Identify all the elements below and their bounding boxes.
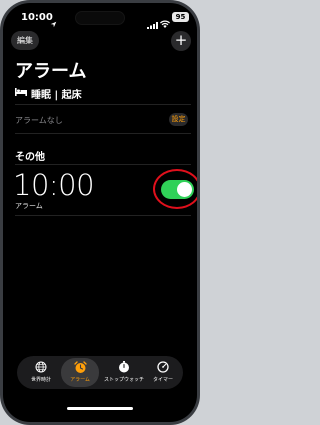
globe-icon	[23, 361, 59, 374]
tab-label: アラーム	[70, 377, 90, 383]
sleep-wake-label: 睡眠 | 起床	[31, 90, 82, 101]
divider	[15, 164, 191, 165]
bed-icon	[15, 88, 27, 99]
tab-label: ストップウォッチ	[103, 377, 144, 383]
highlight-circle	[153, 169, 197, 209]
divider	[15, 215, 191, 216]
no-alarm-text: アラームなし	[15, 116, 63, 125]
alarm-time[interactable]: 10:00	[13, 168, 95, 202]
alarm-label: アラーム	[15, 202, 43, 210]
status-time: 10:00	[21, 12, 53, 23]
stopwatch-icon	[103, 361, 145, 374]
sleep-wake-header: 睡眠 | 起床	[15, 86, 82, 101]
tab-world-clock[interactable]: 世界時計	[23, 356, 59, 389]
sleep-settings-button[interactable]: 設定	[169, 113, 188, 126]
tab-timer[interactable]: タイマー	[147, 356, 179, 389]
divider	[15, 104, 191, 105]
tab-label: 世界時計	[30, 377, 51, 383]
tab-bar: 世界時計 アラーム ストップウォッチ タイマー	[17, 356, 183, 389]
alarm-clock-icon	[61, 361, 99, 374]
add-alarm-button[interactable]: +	[171, 31, 191, 51]
dynamic-island	[75, 11, 125, 25]
tab-stopwatch[interactable]: ストップウォッチ	[103, 356, 145, 389]
edit-button[interactable]: 編集	[11, 31, 39, 50]
wifi-icon	[160, 13, 170, 32]
page-title: アラーム	[15, 61, 87, 82]
phone-frame: 10:00 95 編集 + アラーム 睡眠 | 起床 アラームなし 設定 その他…	[0, 0, 200, 425]
screen: 10:00 95 編集 + アラーム 睡眠 | 起床 アラームなし 設定 その他…	[3, 3, 197, 422]
tab-alarm[interactable]: アラーム	[61, 358, 99, 387]
timer-icon	[147, 361, 179, 374]
battery-indicator: 95	[172, 12, 189, 22]
tab-label: タイマー	[152, 377, 173, 383]
divider	[15, 133, 191, 134]
cellular-signal-icon	[147, 14, 158, 33]
home-indicator[interactable]	[67, 407, 133, 410]
status-bar: 10:00 95	[3, 3, 197, 31]
location-arrow-icon	[50, 13, 57, 32]
section-header-other: その他	[15, 152, 45, 163]
